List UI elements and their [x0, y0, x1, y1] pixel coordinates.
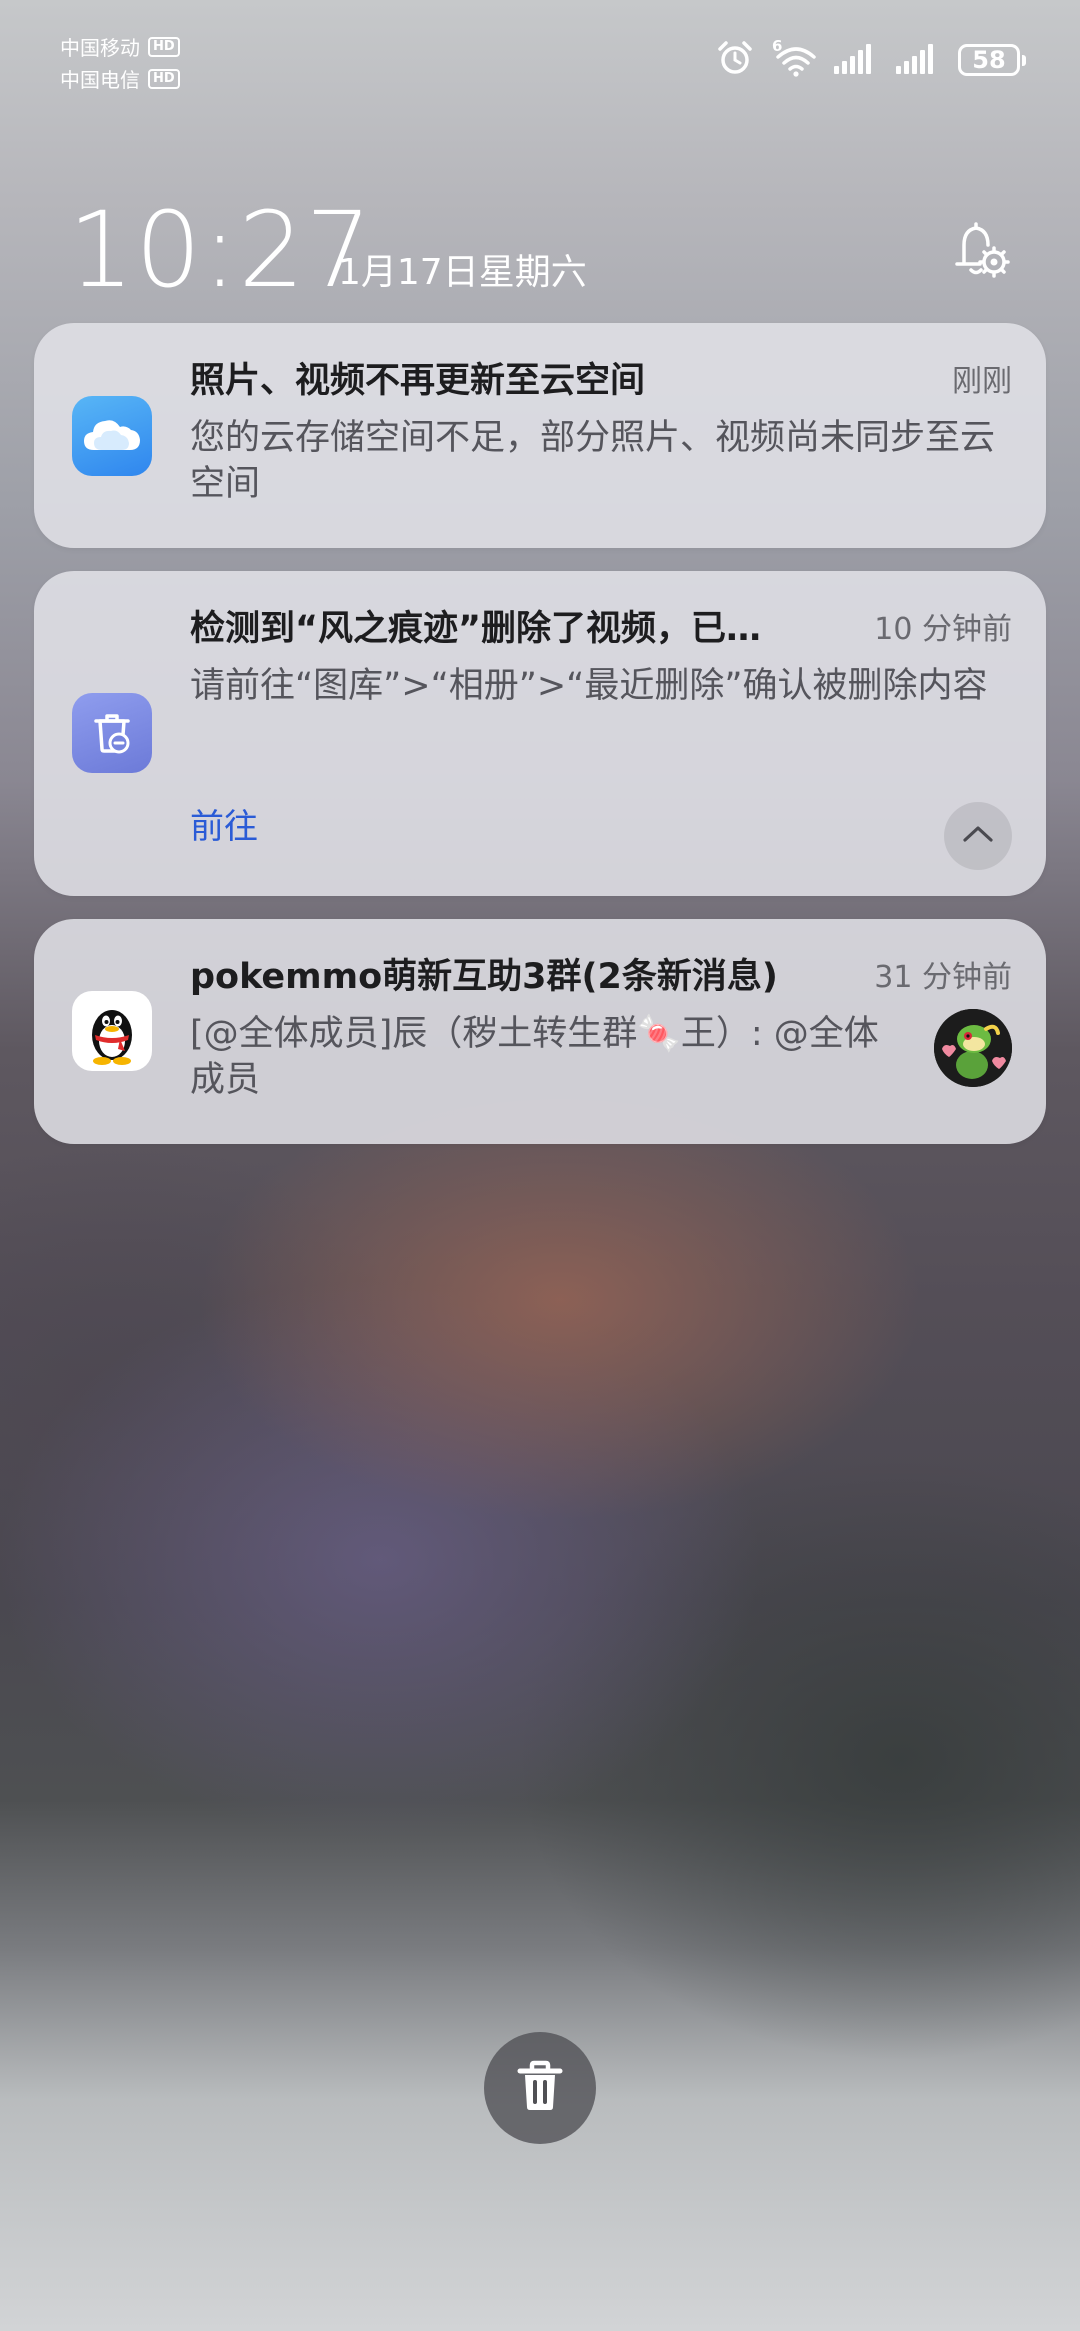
alarm-clock-icon [716, 40, 754, 80]
cloud-icon [72, 396, 152, 476]
qq-penguin-icon [72, 991, 152, 1071]
signal-icon [834, 42, 878, 78]
carrier-1-name: 中国移动 [60, 36, 140, 60]
notification-title: pokemmo萌新互助3群(2条新消息) [190, 957, 778, 997]
notification-card-cloud[interactable]: 照片、视频不再更新至云空间 刚刚 您的云存储空间不足，部分照片、视频尚未同步至云… [34, 323, 1046, 548]
status-bar: 中国移动 HD 中国电信 HD 6 58 [0, 0, 1080, 110]
carrier-1: 中国移动 HD [60, 32, 180, 61]
battery-level: 58 [972, 46, 1006, 74]
sender-avatar [934, 1009, 1012, 1087]
notification-body: [@全体成员]辰（秽土转生群🍬王）: @全体成员 [190, 1014, 879, 1100]
wifi-6-icon: 6 [772, 37, 816, 77]
hd-badge: HD [148, 36, 180, 57]
trash-icon [515, 2059, 565, 2117]
chevron-up-icon [961, 824, 995, 848]
signal-icon [896, 42, 940, 78]
notification-card-qq[interactable]: pokemmo萌新互助3群(2条新消息) 31 分钟前 [@全体成员]辰（秽土转… [34, 919, 1046, 1144]
notification-title: 检测到“风之痕迹”删除了视频，已… [190, 609, 762, 649]
notification-body: 您的云存储空间不足，部分照片、视频尚未同步至云空间 [190, 418, 996, 504]
notification-body: 请前往“图库”>“相册”>“最近删除”确认被删除内容 [190, 666, 988, 706]
lockscreen-date: 1月17日星期六 [338, 252, 587, 293]
carrier-2: 中国电信 HD [60, 64, 180, 93]
notification-title: 照片、视频不再更新至云空间 [190, 361, 646, 401]
status-icons: 6 58 [716, 37, 1026, 80]
clear-notifications-button[interactable] [484, 2032, 596, 2144]
carrier-2-name: 中国电信 [60, 68, 140, 92]
collapse-button[interactable] [944, 802, 1012, 870]
notification-card-gallery[interactable]: 检测到“风之痕迹”删除了视频，已… 10 分钟前 请前往“图库”>“相册”>“最… [34, 571, 1046, 896]
lockscreen-clock: 10:27 [68, 189, 373, 311]
notification-time: 刚刚 [952, 364, 1012, 399]
goto-action-link[interactable]: 前往 [190, 805, 258, 849]
notification-settings-icon[interactable] [948, 218, 1012, 282]
recycle-bin-icon [72, 693, 152, 773]
hd-badge: HD [148, 68, 180, 89]
notification-time: 31 分钟前 [874, 960, 1012, 995]
battery-icon: 58 [958, 44, 1026, 76]
notification-time: 10 分钟前 [874, 612, 1012, 647]
